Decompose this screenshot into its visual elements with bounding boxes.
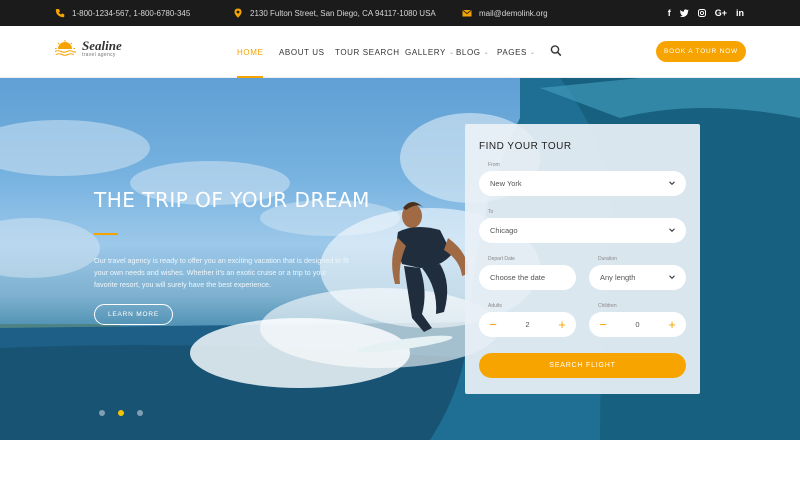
adults-stepper[interactable]: − 2 + — [479, 312, 576, 337]
email-info[interactable]: mail@demolink.org — [462, 0, 548, 26]
nav-blog[interactable]: BLOG ⌄ — [456, 26, 489, 78]
children-label: Children — [598, 303, 617, 309]
nav-home[interactable]: HOME — [237, 26, 264, 78]
search-flight-button[interactable]: SEARCH FLIGHT — [479, 353, 686, 378]
chevron-down-icon — [669, 181, 675, 186]
to-value: Chicago — [490, 226, 518, 235]
hero-title: THE TRIP OF YOUR DREAM — [94, 188, 370, 212]
adults-decrement-button[interactable]: − — [483, 312, 503, 337]
phone-info: 1-800-1234-567, 1-800-6780-345 — [55, 0, 190, 26]
form-title: FIND YOUR TOUR — [479, 141, 572, 152]
slider-dot-3[interactable] — [137, 410, 143, 416]
nav-pages-label: PAGES — [497, 47, 527, 57]
depart-date-label: Depart Date — [488, 256, 515, 262]
adults-label: Adults — [488, 303, 502, 309]
nav-tour-search[interactable]: TOUR SEARCH — [335, 26, 400, 78]
chevron-down-icon: ⌄ — [529, 49, 536, 56]
depart-date-input[interactable]: Choose the date — [479, 265, 576, 290]
nav-gallery-label: GALLERY — [405, 47, 446, 57]
linkedin-icon[interactable]: in — [736, 8, 744, 18]
to-select[interactable]: Chicago — [479, 218, 686, 243]
nav-about-us-label: ABOUT US — [279, 47, 325, 57]
from-value: New York — [490, 179, 522, 188]
duration-select[interactable]: Any length — [589, 265, 686, 290]
book-tour-button[interactable]: BOOK A TOUR NOW — [656, 41, 746, 62]
twitter-icon[interactable] — [679, 9, 689, 17]
duration-label: Duration — [598, 256, 617, 262]
children-count[interactable]: 0 — [619, 312, 656, 337]
from-select[interactable]: New York — [479, 171, 686, 196]
children-increment-button[interactable]: + — [662, 312, 682, 337]
children-stepper[interactable]: − 0 + — [589, 312, 686, 337]
top-info-bar: 1-800-1234-567, 1-800-6780-345 2130 Fult… — [0, 0, 800, 26]
google-plus-icon[interactable]: G+ — [715, 8, 727, 18]
nav-tour-search-label: TOUR SEARCH — [335, 47, 400, 57]
adults-increment-button[interactable]: + — [552, 312, 572, 337]
chevron-down-icon: ⌄ — [448, 49, 455, 56]
envelope-icon — [462, 9, 472, 17]
chevron-down-icon: ⌄ — [483, 49, 490, 56]
facebook-icon[interactable]: f — [668, 8, 671, 18]
slider-dot-1[interactable] — [99, 410, 105, 416]
social-links: f G+ in — [668, 0, 744, 26]
email-link[interactable]: mail@demolink.org — [479, 9, 548, 18]
nav-gallery[interactable]: GALLERY ⌄ — [405, 26, 455, 78]
nav-blog-label: BLOG — [456, 47, 481, 57]
find-tour-form: FIND YOUR TOUR From New York To Chicago … — [465, 124, 700, 394]
duration-value: Any length — [600, 273, 636, 282]
instagram-icon[interactable] — [697, 9, 706, 17]
children-decrement-button[interactable]: − — [593, 312, 613, 337]
phone-numbers: 1-800-1234-567, 1-800-6780-345 — [72, 8, 191, 18]
search-icon[interactable] — [550, 44, 562, 58]
hero-description: Our travel agency is ready to offer you … — [94, 256, 349, 289]
nav-home-label: HOME — [237, 47, 264, 57]
phone-icon — [55, 9, 65, 18]
address-info: 2130 Fulton Street, San Diego, CA 94117-… — [233, 0, 436, 26]
learn-more-button[interactable]: LEARN MORE — [94, 304, 173, 325]
chevron-down-icon — [669, 275, 675, 280]
chevron-down-icon — [669, 228, 675, 233]
from-label: From — [488, 162, 500, 168]
address-text: 2130 Fulton Street, San Diego, CA 94117-… — [250, 8, 436, 18]
nav-pages[interactable]: PAGES ⌄ — [497, 26, 536, 78]
map-pin-icon — [234, 8, 242, 18]
depart-date-value: Choose the date — [490, 273, 546, 282]
to-label: To — [488, 209, 494, 215]
slider-dot-2[interactable] — [118, 410, 124, 416]
adults-count[interactable]: 2 — [509, 312, 546, 337]
title-divider — [94, 233, 118, 235]
nav-about-us[interactable]: ABOUT US — [279, 26, 325, 78]
